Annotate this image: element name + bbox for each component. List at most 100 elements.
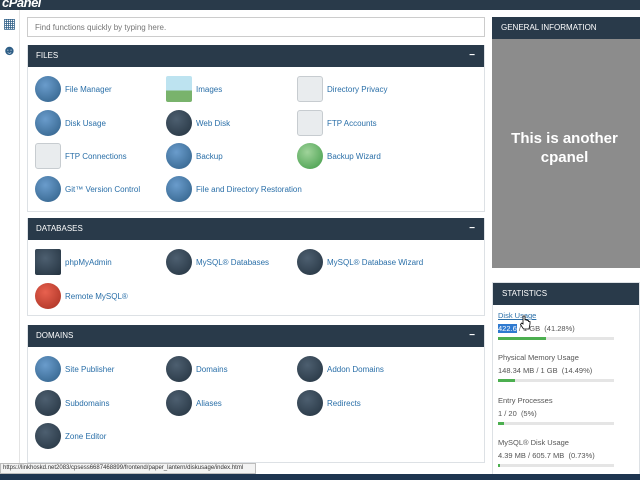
stat-entry-processes: Entry Processes 1 / 20 (5%) <box>498 396 634 425</box>
item-label: FTP Connections <box>65 151 127 161</box>
stat-percent: (5%) <box>520 409 537 418</box>
files-section: FILES − File Manager Images Directory Pr… <box>27 45 485 212</box>
directory-privacy-link[interactable]: Directory Privacy <box>297 76 387 102</box>
progress-fill <box>498 464 500 467</box>
progress-bar <box>498 379 614 382</box>
grid-icon[interactable]: ▦ <box>2 16 17 31</box>
backup-link[interactable]: Backup <box>166 143 223 169</box>
file-manager-icon <box>35 76 61 102</box>
item-label: FTP Accounts <box>327 118 377 128</box>
item-label: Redirects <box>327 398 361 408</box>
statistics-panel: STATISTICS Disk Usage 422.6 / 1 GB (41.2… <box>492 282 640 480</box>
item-label: File Manager <box>65 84 112 94</box>
dns-icon <box>35 423 61 449</box>
files-collapse-icon[interactable]: − <box>469 45 475 67</box>
overlay-line-1: This is another <box>511 130 618 147</box>
files-header[interactable]: FILES − <box>28 45 484 67</box>
status-bar-url: https://linkhoskd.net2083/cpsess66874688… <box>0 463 256 474</box>
search-input[interactable] <box>27 17 485 37</box>
item-label: Disk Usage <box>65 118 106 128</box>
overlay-text: This is another cpanel <box>492 129 637 167</box>
domains-header[interactable]: DOMAINS − <box>28 325 484 347</box>
backup-wizard-link[interactable]: Backup Wizard <box>297 143 381 169</box>
item-label: Backup <box>196 151 223 161</box>
subdomains-link[interactable]: Subdomains <box>35 390 109 416</box>
stat-physical-memory: Physical Memory Usage 148.34 MB / 1 GB (… <box>498 353 634 382</box>
ftp-accounts-link[interactable]: FTP Accounts <box>297 110 377 136</box>
item-label: Directory Privacy <box>327 84 388 94</box>
taskbar <box>0 474 640 480</box>
item-label: Git™ Version Control <box>65 184 141 194</box>
stat-label: Entry Processes <box>498 396 553 405</box>
item-label: Backup Wizard <box>327 151 381 161</box>
statistics-title: STATISTICS <box>493 283 639 305</box>
subdomain-icon <box>35 390 61 416</box>
item-label: MySQL® Databases <box>196 257 270 267</box>
item-label: phpMyAdmin <box>65 257 112 267</box>
dot-com-icon <box>166 356 192 382</box>
stat-used: 4.39 MB <box>498 451 526 460</box>
zone-editor-link[interactable]: Zone Editor <box>35 423 106 449</box>
left-nav: ▦ ☻ <box>0 10 20 480</box>
mysql-databases-link[interactable]: MySQL® Databases <box>166 249 269 275</box>
redirect-icon <box>297 390 323 416</box>
redirects-link[interactable]: Redirects <box>297 390 361 416</box>
progress-fill <box>498 422 504 425</box>
stat-value: 4.39 MB / 605.7 MB (0.73%) <box>498 451 634 460</box>
overlay-line-2: cpanel <box>540 149 589 166</box>
git-icon <box>35 176 61 202</box>
aliases-link[interactable]: Aliases <box>166 390 222 416</box>
stat-label: MySQL® Disk Usage <box>498 438 569 447</box>
addon-domains-link[interactable]: Addon Domains <box>297 356 384 382</box>
dot-com-plus-icon <box>297 356 323 382</box>
stat-used: 148.34 MB <box>498 366 535 375</box>
phpmyadmin-icon <box>35 249 61 275</box>
progress-fill <box>498 337 546 340</box>
databases-header[interactable]: DATABASES − <box>28 218 484 240</box>
file-manager-link[interactable]: File Manager <box>35 76 112 102</box>
disk-usage-link[interactable]: Disk Usage <box>35 110 106 136</box>
users-icon[interactable]: ☻ <box>2 43 17 58</box>
backup-clock-icon <box>166 143 192 169</box>
item-label: Site Publisher <box>65 364 115 374</box>
item-label: Domains <box>196 364 228 374</box>
remote-mysql-link[interactable]: Remote MySQL® <box>35 283 128 309</box>
database-wizard-icon <box>297 249 323 275</box>
stat-label: Physical Memory Usage <box>498 353 579 362</box>
file-restoration-link[interactable]: File and Directory Restoration <box>166 176 302 202</box>
progress-fill <box>498 379 515 382</box>
item-label: Remote MySQL® <box>65 291 128 301</box>
alias-icon <box>166 390 192 416</box>
site-publisher-icon <box>35 356 61 382</box>
databases-collapse-icon[interactable]: − <box>469 218 475 240</box>
git-version-control-link[interactable]: Git™ Version Control <box>35 176 140 202</box>
stat-total: / 20 <box>502 409 517 418</box>
images-link[interactable]: Images <box>166 76 222 102</box>
mysql-wizard-link[interactable]: MySQL® Database Wizard <box>297 249 423 275</box>
item-label: Images <box>196 84 223 94</box>
stat-value: 148.34 MB / 1 GB (14.49%) <box>498 366 634 375</box>
domains-title: DOMAINS <box>36 331 74 340</box>
remote-database-icon <box>35 283 61 309</box>
stat-percent: (41.28%) <box>544 324 575 333</box>
stat-total: / 1 GB <box>534 366 558 375</box>
stat-percent: (0.73%) <box>568 451 595 460</box>
databases-section: DATABASES − phpMyAdmin MySQL® Databases … <box>27 218 485 316</box>
ftp-connections-link[interactable]: FTP Connections <box>35 143 127 169</box>
phpmyadmin-link[interactable]: phpMyAdmin <box>35 249 112 275</box>
domains-collapse-icon[interactable]: − <box>469 325 475 347</box>
domains-section: DOMAINS − Site Publisher Domains Addon D… <box>27 325 485 463</box>
backup-wizard-icon <box>297 143 323 169</box>
ftp-connections-icon <box>35 143 61 169</box>
item-label: Aliases <box>196 398 222 408</box>
stat-value: 1 / 20 (5%) <box>498 409 634 418</box>
web-disk-link[interactable]: Web Disk <box>166 110 230 136</box>
folder-lock-icon <box>297 76 323 102</box>
site-publisher-link[interactable]: Site Publisher <box>35 356 114 382</box>
top-bar: cPanel <box>0 0 640 10</box>
databases-title: DATABASES <box>36 224 83 233</box>
general-information-title: GENERAL INFORMATION <box>492 17 640 39</box>
files-title: FILES <box>36 51 59 60</box>
cpanel-logo[interactable]: cPanel <box>2 0 41 10</box>
domains-link[interactable]: Domains <box>166 356 228 382</box>
